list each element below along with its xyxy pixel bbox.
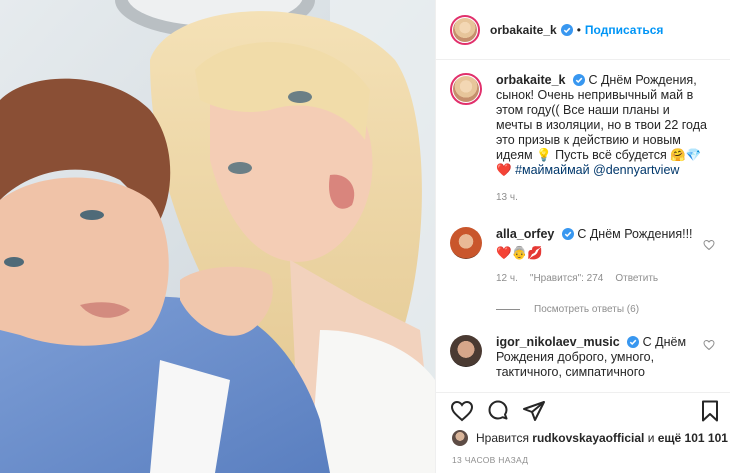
comment-icon[interactable]	[486, 399, 510, 423]
comment-text: С Днём Рождения!!!	[577, 227, 693, 241]
caption-text-2: Пусть всё сбудется	[551, 148, 671, 162]
caption-time[interactable]: 13 ч.	[496, 190, 518, 205]
comment-likes-count[interactable]: "Нравится": 274	[530, 271, 603, 286]
caption-avatar[interactable]	[450, 73, 482, 105]
header-separator: •	[576, 22, 581, 37]
likes-summary[interactable]: Нравится rudkovskayaofficial и ещё 101 1…	[452, 428, 728, 448]
heart-icon[interactable]	[703, 239, 715, 251]
post-photo[interactable]	[0, 0, 435, 473]
verified-badge-icon	[561, 228, 574, 240]
selfie-image	[0, 0, 435, 473]
follow-button[interactable]: Подписаться	[585, 23, 663, 37]
caption-mention[interactable]: @dennyartview	[593, 163, 679, 177]
post-side-panel: orbakaite_k • Подписаться orbakaite_k С …	[435, 0, 730, 473]
liker-username[interactable]: rudkovskayaofficial	[532, 431, 644, 445]
comment-item: igor_nikolaev_music С Днём Рождения добр…	[450, 335, 717, 380]
action-bar	[436, 392, 730, 428]
comment-time[interactable]: 12 ч.	[496, 271, 518, 286]
caption-username[interactable]: orbakaite_k	[496, 73, 565, 87]
view-replies-label: Посмотреть ответы (6)	[534, 304, 640, 315]
comment-avatar[interactable]	[450, 227, 482, 259]
likes-others[interactable]: ещё 101 101	[658, 431, 728, 445]
author-username[interactable]: orbakaite_k	[490, 23, 557, 37]
comment-emoji-line: ❤️👵💋	[496, 246, 543, 260]
comment-username[interactable]: alla_orfey	[496, 227, 554, 241]
bookmark-icon[interactable]	[698, 399, 722, 423]
author-avatar[interactable]	[450, 14, 480, 45]
comment-avatar[interactable]	[450, 335, 482, 367]
comment-item: alla_orfey С Днём Рождения!!! ❤️👵💋 12 ч.…	[450, 227, 717, 286]
heart-icon[interactable]	[703, 339, 715, 351]
reply-button[interactable]: Ответить	[615, 271, 658, 286]
caption: orbakaite_k С Днём Рождения, сынок! Очен…	[450, 73, 717, 205]
view-replies-button[interactable]: Посмотреть ответы (6)	[496, 304, 717, 315]
likes-middle: и	[647, 431, 655, 445]
share-icon[interactable]	[522, 399, 546, 423]
comment-username[interactable]: igor_nikolaev_music	[496, 335, 620, 349]
liker-avatar[interactable]	[452, 430, 468, 446]
verified-badge-icon	[560, 23, 573, 36]
heart-icon[interactable]	[450, 399, 474, 423]
caption-hashtag[interactable]: #маймаймай	[515, 163, 590, 177]
post-header: orbakaite_k • Подписаться	[436, 0, 730, 60]
comments-area[interactable]: orbakaite_k С Днём Рождения, сынок! Очен…	[436, 61, 730, 392]
instagram-post: orbakaite_k • Подписаться orbakaite_k С …	[0, 0, 730, 473]
lightbulb-emoji-icon: 💡	[536, 148, 552, 162]
verified-badge-icon	[572, 74, 585, 86]
post-timestamp[interactable]: 13 ЧАСОВ НАЗАД	[452, 455, 528, 465]
verified-badge-icon	[627, 336, 640, 348]
likes-prefix: Нравится	[476, 431, 529, 445]
